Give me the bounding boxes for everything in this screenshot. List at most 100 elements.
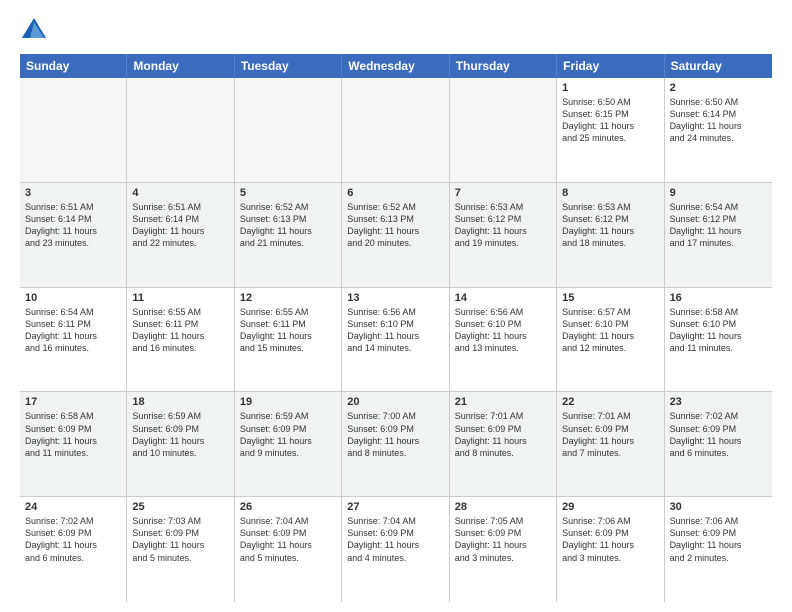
cell-info: Sunrise: 7:01 AM Sunset: 6:09 PM Dayligh… bbox=[455, 410, 551, 459]
calendar-cell: 9 Sunrise: 6:54 AM Sunset: 6:12 PM Daylig… bbox=[665, 183, 772, 287]
calendar-cell: 24 Sunrise: 7:02 AM Sunset: 6:09 PM Dayli… bbox=[20, 497, 127, 602]
cell-info: Sunrise: 6:51 AM Sunset: 6:14 PM Dayligh… bbox=[25, 201, 121, 250]
cell-info: Sunrise: 6:56 AM Sunset: 6:10 PM Dayligh… bbox=[347, 306, 443, 355]
day-number: 28 bbox=[455, 501, 551, 513]
cell-info: Sunrise: 7:01 AM Sunset: 6:09 PM Dayligh… bbox=[562, 410, 658, 459]
cell-info: Sunrise: 6:55 AM Sunset: 6:11 PM Dayligh… bbox=[240, 306, 336, 355]
calendar-cell bbox=[342, 78, 449, 182]
day-header-wednesday: Wednesday bbox=[342, 54, 449, 78]
cell-info: Sunrise: 7:04 AM Sunset: 6:09 PM Dayligh… bbox=[347, 515, 443, 564]
day-number: 2 bbox=[670, 82, 767, 94]
cell-info: Sunrise: 6:58 AM Sunset: 6:10 PM Dayligh… bbox=[670, 306, 767, 355]
day-number: 10 bbox=[25, 292, 121, 304]
cell-info: Sunrise: 7:02 AM Sunset: 6:09 PM Dayligh… bbox=[25, 515, 121, 564]
calendar-cell: 5 Sunrise: 6:52 AM Sunset: 6:13 PM Daylig… bbox=[235, 183, 342, 287]
calendar-cell: 23Sunrise: 7:02 AM Sunset: 6:09 PM Dayli… bbox=[665, 392, 772, 496]
day-header-monday: Monday bbox=[127, 54, 234, 78]
cell-info: Sunrise: 7:06 AM Sunset: 6:09 PM Dayligh… bbox=[670, 515, 767, 564]
day-number: 20 bbox=[347, 396, 443, 408]
cell-info: Sunrise: 6:53 AM Sunset: 6:12 PM Dayligh… bbox=[455, 201, 551, 250]
calendar-week-3: 10 Sunrise: 6:54 AM Sunset: 6:11 PM Dayli… bbox=[20, 288, 772, 393]
calendar-week-4: 17Sunrise: 6:58 AM Sunset: 6:09 PM Dayli… bbox=[20, 392, 772, 497]
calendar-cell: 7 Sunrise: 6:53 AM Sunset: 6:12 PM Daylig… bbox=[450, 183, 557, 287]
cell-info: Sunrise: 7:02 AM Sunset: 6:09 PM Dayligh… bbox=[670, 410, 767, 459]
day-number: 26 bbox=[240, 501, 336, 513]
calendar-cell: 29Sunrise: 7:06 AM Sunset: 6:09 PM Dayli… bbox=[557, 497, 664, 602]
calendar-cell: 11Sunrise: 6:55 AM Sunset: 6:11 PM Dayli… bbox=[127, 288, 234, 392]
calendar-cell: 22 Sunrise: 7:01 AM Sunset: 6:09 PM Dayli… bbox=[557, 392, 664, 496]
calendar-cell: 16 Sunrise: 6:58 AM Sunset: 6:10 PM Dayli… bbox=[665, 288, 772, 392]
calendar-cell: 8 Sunrise: 6:53 AM Sunset: 6:12 PM Daylig… bbox=[557, 183, 664, 287]
calendar-body: 1 Sunrise: 6:50 AM Sunset: 6:15 PM Daylig… bbox=[20, 78, 772, 602]
day-number: 8 bbox=[562, 187, 658, 199]
calendar-cell: 17Sunrise: 6:58 AM Sunset: 6:09 PM Dayli… bbox=[20, 392, 127, 496]
cell-info: Sunrise: 6:54 AM Sunset: 6:11 PM Dayligh… bbox=[25, 306, 121, 355]
day-number: 30 bbox=[670, 501, 767, 513]
calendar-cell bbox=[127, 78, 234, 182]
calendar-cell: 4 Sunrise: 6:51 AM Sunset: 6:14 PM Daylig… bbox=[127, 183, 234, 287]
cell-info: Sunrise: 6:58 AM Sunset: 6:09 PM Dayligh… bbox=[25, 410, 121, 459]
day-header-sunday: Sunday bbox=[20, 54, 127, 78]
cell-info: Sunrise: 7:03 AM Sunset: 6:09 PM Dayligh… bbox=[132, 515, 228, 564]
day-number: 13 bbox=[347, 292, 443, 304]
calendar-cell: 13 Sunrise: 6:56 AM Sunset: 6:10 PM Dayli… bbox=[342, 288, 449, 392]
day-number: 1 bbox=[562, 82, 658, 94]
day-number: 18 bbox=[132, 396, 228, 408]
calendar-cell: 6 Sunrise: 6:52 AM Sunset: 6:13 PM Daylig… bbox=[342, 183, 449, 287]
calendar-cell: 3 Sunrise: 6:51 AM Sunset: 6:14 PM Daylig… bbox=[20, 183, 127, 287]
calendar: SundayMondayTuesdayWednesdayThursdayFrid… bbox=[20, 54, 772, 602]
calendar-cell: 28Sunrise: 7:05 AM Sunset: 6:09 PM Dayli… bbox=[450, 497, 557, 602]
calendar-cell: 18Sunrise: 6:59 AM Sunset: 6:09 PM Dayli… bbox=[127, 392, 234, 496]
calendar-cell: 12 Sunrise: 6:55 AM Sunset: 6:11 PM Dayli… bbox=[235, 288, 342, 392]
calendar-week-2: 3 Sunrise: 6:51 AM Sunset: 6:14 PM Daylig… bbox=[20, 183, 772, 288]
calendar-header: SundayMondayTuesdayWednesdayThursdayFrid… bbox=[20, 54, 772, 78]
day-number: 27 bbox=[347, 501, 443, 513]
calendar-cell: 25Sunrise: 7:03 AM Sunset: 6:09 PM Dayli… bbox=[127, 497, 234, 602]
day-number: 14 bbox=[455, 292, 551, 304]
calendar-cell: 27 Sunrise: 7:04 AM Sunset: 6:09 PM Dayli… bbox=[342, 497, 449, 602]
calendar-cell bbox=[235, 78, 342, 182]
calendar-cell bbox=[20, 78, 127, 182]
cell-info: Sunrise: 6:59 AM Sunset: 6:09 PM Dayligh… bbox=[240, 410, 336, 459]
cell-info: Sunrise: 6:54 AM Sunset: 6:12 PM Dayligh… bbox=[670, 201, 767, 250]
calendar-week-5: 24 Sunrise: 7:02 AM Sunset: 6:09 PM Dayli… bbox=[20, 497, 772, 602]
day-header-tuesday: Tuesday bbox=[235, 54, 342, 78]
cell-info: Sunrise: 6:53 AM Sunset: 6:12 PM Dayligh… bbox=[562, 201, 658, 250]
cell-info: Sunrise: 6:50 AM Sunset: 6:15 PM Dayligh… bbox=[562, 96, 658, 145]
calendar-cell: 14 Sunrise: 6:56 AM Sunset: 6:10 PM Dayli… bbox=[450, 288, 557, 392]
calendar-week-1: 1 Sunrise: 6:50 AM Sunset: 6:15 PM Daylig… bbox=[20, 78, 772, 183]
calendar-cell bbox=[450, 78, 557, 182]
day-number: 22 bbox=[562, 396, 658, 408]
header bbox=[20, 16, 772, 44]
day-number: 29 bbox=[562, 501, 658, 513]
day-number: 12 bbox=[240, 292, 336, 304]
calendar-cell: 2Sunrise: 6:50 AM Sunset: 6:14 PM Daylig… bbox=[665, 78, 772, 182]
calendar-cell: 1 Sunrise: 6:50 AM Sunset: 6:15 PM Daylig… bbox=[557, 78, 664, 182]
calendar-cell: 21 Sunrise: 7:01 AM Sunset: 6:09 PM Dayli… bbox=[450, 392, 557, 496]
logo-icon bbox=[20, 16, 48, 44]
day-number: 15 bbox=[562, 292, 658, 304]
calendar-cell: 26 Sunrise: 7:04 AM Sunset: 6:09 PM Dayli… bbox=[235, 497, 342, 602]
day-number: 21 bbox=[455, 396, 551, 408]
cell-info: Sunrise: 6:52 AM Sunset: 6:13 PM Dayligh… bbox=[240, 201, 336, 250]
day-number: 6 bbox=[347, 187, 443, 199]
day-number: 9 bbox=[670, 187, 767, 199]
day-number: 7 bbox=[455, 187, 551, 199]
day-number: 4 bbox=[132, 187, 228, 199]
calendar-cell: 10 Sunrise: 6:54 AM Sunset: 6:11 PM Dayli… bbox=[20, 288, 127, 392]
day-header-saturday: Saturday bbox=[665, 54, 772, 78]
cell-info: Sunrise: 6:56 AM Sunset: 6:10 PM Dayligh… bbox=[455, 306, 551, 355]
day-number: 24 bbox=[25, 501, 121, 513]
cell-info: Sunrise: 6:57 AM Sunset: 6:10 PM Dayligh… bbox=[562, 306, 658, 355]
calendar-cell: 20Sunrise: 7:00 AM Sunset: 6:09 PM Dayli… bbox=[342, 392, 449, 496]
cell-info: Sunrise: 6:51 AM Sunset: 6:14 PM Dayligh… bbox=[132, 201, 228, 250]
day-number: 5 bbox=[240, 187, 336, 199]
cell-info: Sunrise: 6:52 AM Sunset: 6:13 PM Dayligh… bbox=[347, 201, 443, 250]
day-number: 3 bbox=[25, 187, 121, 199]
calendar-cell: 30 Sunrise: 7:06 AM Sunset: 6:09 PM Dayli… bbox=[665, 497, 772, 602]
day-number: 16 bbox=[670, 292, 767, 304]
day-number: 19 bbox=[240, 396, 336, 408]
day-number: 11 bbox=[132, 292, 228, 304]
calendar-cell: 19 Sunrise: 6:59 AM Sunset: 6:09 PM Dayli… bbox=[235, 392, 342, 496]
cell-info: Sunrise: 7:04 AM Sunset: 6:09 PM Dayligh… bbox=[240, 515, 336, 564]
